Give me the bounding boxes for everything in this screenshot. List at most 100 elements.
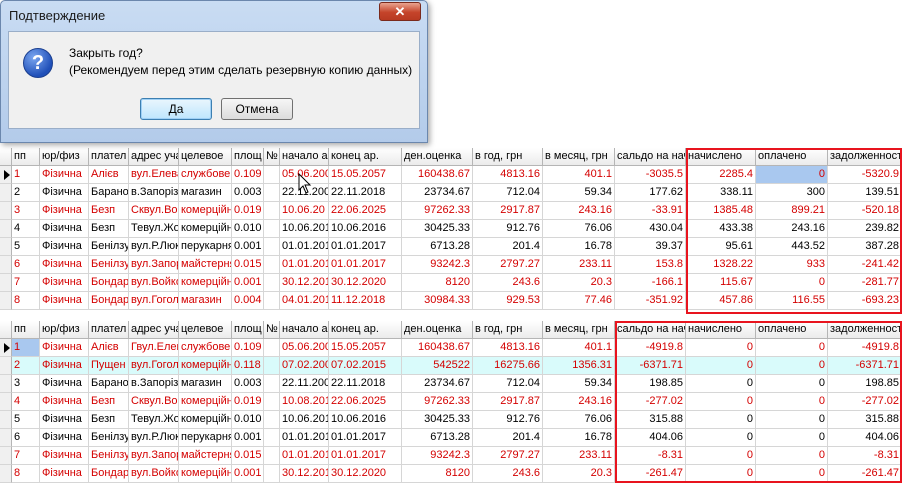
table-cell[interactable]: 0.003 — [232, 375, 264, 393]
table-cell[interactable]: 912.76 — [473, 411, 543, 429]
row-indicator[interactable] — [0, 465, 12, 483]
table-cell[interactable]: 59.34 — [543, 375, 615, 393]
table-cell[interactable] — [264, 256, 280, 274]
table-cell[interactable]: 20.3 — [543, 274, 615, 292]
table-cell[interactable]: 01.01.201 — [280, 256, 329, 274]
table-cell[interactable]: 4 — [12, 220, 40, 238]
table-cell[interactable]: 0 — [756, 465, 828, 483]
table-cell[interactable]: Сквул.Ворово — [129, 393, 179, 411]
table-cell[interactable]: 22.06.2025 — [329, 202, 402, 220]
table-cell[interactable]: 0.001 — [232, 238, 264, 256]
table-cell[interactable]: 0.010 — [232, 220, 264, 238]
row-indicator[interactable] — [0, 339, 12, 357]
row-indicator[interactable] — [0, 411, 12, 429]
table-cell[interactable]: -693.23 — [828, 292, 902, 310]
table-cell[interactable]: Бондар — [89, 465, 129, 483]
table-cell[interactable]: 6713.28 — [402, 429, 473, 447]
table-cell[interactable]: 177.62 — [615, 184, 686, 202]
table-row[interactable]: 7ФізичнаБенілзувул.Запорімайстерня0.015 0… — [0, 447, 911, 465]
table-cell[interactable]: 404.06 — [615, 429, 686, 447]
table-cell[interactable]: 76.06 — [543, 220, 615, 238]
row-indicator[interactable] — [0, 274, 12, 292]
table-cell[interactable]: Тевул.Жовт — [129, 220, 179, 238]
table-cell[interactable]: 0.019 — [232, 393, 264, 411]
table-cell[interactable]: Фізична — [40, 238, 89, 256]
table-row[interactable]: 5ФізичнаБенілзувул.Р.Люксперукарня0.001 0… — [0, 238, 911, 256]
table-cell[interactable]: Фізична — [40, 465, 89, 483]
table-cell[interactable]: 30984.33 — [402, 292, 473, 310]
table-cell[interactable]: 30425.33 — [402, 220, 473, 238]
table-row[interactable]: 7ФізичнаБондарвул.Войкокомерційна0.001 30… — [0, 274, 911, 292]
table-cell[interactable]: 10.06.2016 — [329, 220, 402, 238]
table-cell[interactable]: 7 — [12, 447, 40, 465]
table-cell[interactable]: 01.01.201 — [280, 238, 329, 256]
table-cell[interactable]: 0.001 — [232, 274, 264, 292]
table-cell[interactable] — [264, 166, 280, 184]
cancel-button[interactable]: Отмена — [221, 98, 293, 120]
table-cell[interactable] — [264, 184, 280, 202]
table-cell[interactable]: 0 — [686, 375, 756, 393]
table-cell[interactable]: 115.67 — [686, 274, 756, 292]
table-cell[interactable]: комерційна — [179, 220, 232, 238]
column-header[interactable]: адрес уча — [129, 148, 179, 166]
table-cell[interactable]: 01.01.2017 — [329, 256, 402, 274]
table-cell[interactable]: Фізична — [40, 256, 89, 274]
table-cell[interactable]: -4919.8 — [615, 339, 686, 357]
column-header[interactable]: пп — [12, 321, 40, 339]
table-cell[interactable]: 0 — [686, 339, 756, 357]
table-cell[interactable]: 0.001 — [232, 465, 264, 483]
column-header[interactable]: сальдо на нач — [615, 148, 686, 166]
table-cell[interactable]: 10.08.201 — [280, 393, 329, 411]
table-cell[interactable]: вул.Р.Люкс — [129, 238, 179, 256]
table-cell[interactable]: 430.04 — [615, 220, 686, 238]
table-cell[interactable]: 7 — [12, 274, 40, 292]
table-cell[interactable]: 387.28 — [828, 238, 902, 256]
table-cell[interactable]: 8 — [12, 292, 40, 310]
table-cell[interactable]: 16.78 — [543, 429, 615, 447]
table-row[interactable]: 3ФізичнаБарановв.Запорізьмагазин0.003 22.… — [0, 375, 911, 393]
table-cell[interactable]: Фізична — [40, 292, 89, 310]
table-cell[interactable]: 2285.4 — [686, 166, 756, 184]
table-cell[interactable]: 0 — [686, 393, 756, 411]
table-cell[interactable]: 243.16 — [543, 393, 615, 411]
table-cell[interactable]: Безп — [89, 202, 129, 220]
row-indicator[interactable] — [0, 166, 12, 184]
table-cell[interactable]: 433.38 — [686, 220, 756, 238]
table-cell[interactable]: 5 — [12, 238, 40, 256]
column-header[interactable]: юр/физ — [40, 148, 89, 166]
table-cell[interactable]: 30.12.2020 — [329, 274, 402, 292]
table-cell[interactable]: Фізична — [40, 184, 89, 202]
table-cell[interactable]: 05.06.200 — [280, 339, 329, 357]
table-cell[interactable]: перукарня — [179, 238, 232, 256]
table-cell[interactable]: 10.06.2016 — [329, 411, 402, 429]
table-cell[interactable]: Баранов — [89, 184, 129, 202]
table-cell[interactable]: Алієв — [89, 166, 129, 184]
table-cell[interactable]: -241.42 — [828, 256, 902, 274]
column-header[interactable]: плател — [89, 148, 129, 166]
table-cell[interactable]: Фізична — [40, 220, 89, 238]
table-cell[interactable]: 01.01.201 — [280, 447, 329, 465]
table-cell[interactable]: 20.3 — [543, 465, 615, 483]
table-cell[interactable]: 0 — [756, 375, 828, 393]
table-cell[interactable]: 1 — [12, 339, 40, 357]
table-cell[interactable]: вул.Р.Люкс — [129, 429, 179, 447]
table-cell[interactable]: 0 — [686, 357, 756, 375]
table-row[interactable]: 8 Фізична Бондар вул.Гогол магазин 0.004 04.01… — [0, 292, 911, 310]
table-cell[interactable]: 2797.27 — [473, 447, 543, 465]
column-header[interactable]: в месяц, грн — [543, 321, 615, 339]
table-cell[interactable]: 198.85 — [828, 375, 902, 393]
table-cell[interactable]: 0 — [686, 411, 756, 429]
table-cell[interactable]: 139.51 — [828, 184, 902, 202]
table-cell[interactable]: 2797.27 — [473, 256, 543, 274]
table-cell[interactable]: -261.47 — [615, 465, 686, 483]
table-cell[interactable]: -351.92 — [615, 292, 686, 310]
table-cell[interactable]: 0 — [756, 357, 828, 375]
yes-button[interactable]: Да — [140, 98, 212, 120]
column-header[interactable]: начало ар — [280, 148, 329, 166]
table-cell[interactable]: 404.06 — [828, 429, 902, 447]
column-header[interactable]: оплачено — [756, 148, 828, 166]
row-indicator[interactable] — [0, 184, 12, 202]
table-cell[interactable]: в.Запорізь — [129, 184, 179, 202]
row-indicator[interactable] — [0, 238, 12, 256]
column-header[interactable]: сальдо на нач — [615, 321, 686, 339]
